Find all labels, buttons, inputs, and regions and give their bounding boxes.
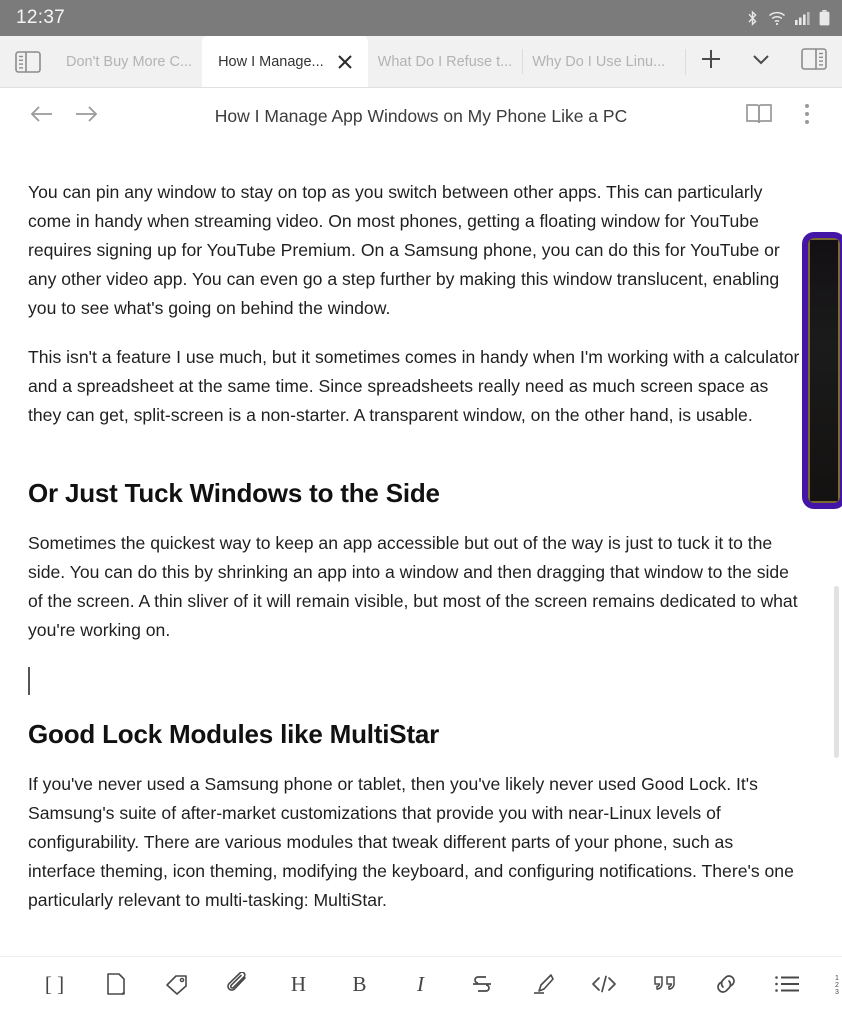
tab-list-button[interactable] — [736, 36, 786, 87]
svg-text:1: 1 — [835, 975, 839, 982]
strikethrough-icon[interactable] — [451, 961, 512, 1007]
editor-toolbar: [ ] H B I 1 2 3 — [0, 956, 842, 1011]
status-time: 12:37 — [16, 7, 66, 28]
tab-dont-buy-more[interactable]: Don't Buy More C... — [56, 36, 202, 87]
paragraph-3: Sometimes the quickest way to keep an ap… — [28, 533, 798, 640]
tag-icon[interactable] — [146, 961, 207, 1007]
tab-how-i-manage[interactable]: How I Manage... — [202, 36, 368, 87]
text-cursor — [28, 667, 30, 695]
cellular-signal-icon — [795, 11, 810, 25]
numbered-list-icon[interactable]: 1 2 3 — [817, 961, 842, 1007]
svg-text:2: 2 — [835, 982, 839, 989]
article-content[interactable]: · · · You can pin any window to stay on … — [0, 144, 842, 956]
tab-what-do-i-refuse[interactable]: What Do I Refuse t... — [368, 36, 523, 87]
arrow-left-icon — [29, 103, 55, 130]
bold-icon[interactable]: B — [329, 961, 390, 1007]
right-panel-toggle-button[interactable] — [786, 36, 842, 87]
scrollbar-track[interactable] — [832, 144, 842, 956]
plus-icon — [699, 47, 723, 76]
nav-bar: How I Manage App Windows on My Phone Lik… — [0, 88, 842, 144]
left-panel-toggle-button[interactable] — [0, 36, 56, 87]
heading-good-lock: Good Lock Modules like MultiStar — [28, 719, 440, 749]
tabs-container: Don't Buy More C... How I Manage... What… — [56, 36, 685, 87]
quote-icon[interactable] — [634, 961, 695, 1007]
clipped-text: · · · — [28, 144, 61, 150]
bullet-list-icon[interactable] — [756, 961, 817, 1007]
tab-label: What Do I Refuse t... — [377, 53, 513, 70]
back-button[interactable] — [20, 94, 64, 138]
tab-why-do-i-use-linux[interactable]: Why Do I Use Linu... — [522, 36, 675, 87]
status-bar: 12:37 — [0, 0, 842, 36]
left-panel-toggle-icon — [15, 50, 41, 74]
paragraph-4: If you've never used a Samsung phone or … — [28, 774, 794, 910]
overflow-menu-button[interactable] — [786, 94, 828, 138]
battery-icon — [819, 10, 830, 26]
forward-button[interactable] — [64, 94, 108, 138]
close-icon[interactable] — [336, 53, 354, 71]
status-icons — [746, 9, 830, 27]
tabstrip-actions — [686, 36, 842, 87]
wifi-icon — [768, 10, 786, 26]
bluetooth-icon — [746, 9, 759, 27]
link-icon[interactable] — [695, 961, 756, 1007]
more-vertical-icon — [804, 102, 810, 131]
empty-editable-line[interactable] — [28, 645, 814, 705]
brackets-icon[interactable]: [ ] — [24, 961, 85, 1007]
svg-text:3: 3 — [835, 989, 839, 994]
paragraph-1: You can pin any window to stay on top as… — [28, 182, 780, 318]
italic-icon[interactable]: I — [390, 961, 451, 1007]
book-icon — [745, 101, 773, 132]
heading-icon[interactable]: H — [268, 961, 329, 1007]
arrow-right-icon — [73, 103, 99, 130]
highlighter-icon[interactable] — [512, 961, 573, 1007]
page-title: How I Manage App Windows on My Phone Lik… — [214, 105, 628, 126]
heading-tuck-windows: Or Just Tuck Windows to the Side — [28, 478, 440, 508]
tab-label: Why Do I Use Linu... — [532, 53, 666, 70]
paragraph-2: This isn't a feature I use much, but it … — [28, 347, 800, 425]
new-tab-button[interactable] — [686, 36, 736, 87]
right-panel-toggle-icon — [801, 47, 827, 76]
scrollbar-thumb[interactable] — [834, 586, 839, 758]
chevron-down-icon — [750, 48, 772, 75]
tab-label: Don't Buy More C... — [66, 53, 193, 70]
tab-label: How I Manage... — [218, 53, 324, 70]
page-icon[interactable] — [85, 961, 146, 1007]
clipped-text-line: · · · — [28, 144, 814, 158]
reader-mode-button[interactable] — [738, 94, 780, 138]
nav-actions — [738, 94, 828, 138]
code-icon[interactable] — [573, 961, 634, 1007]
attachment-icon[interactable] — [207, 961, 268, 1007]
tab-strip: Don't Buy More C... How I Manage... What… — [0, 36, 842, 88]
